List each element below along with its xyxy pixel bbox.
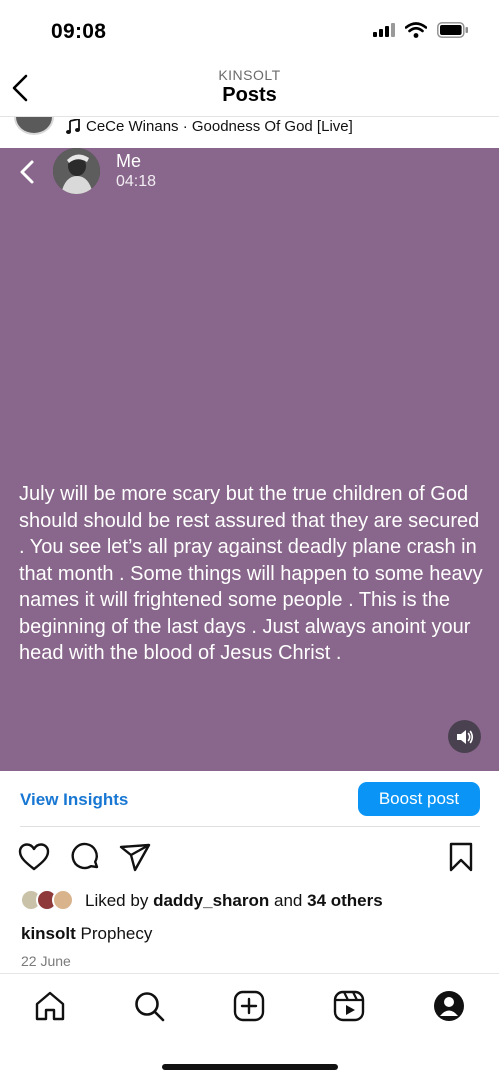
avatar[interactable]: [14, 117, 54, 135]
music-note-icon: [66, 119, 80, 134]
story-back-button[interactable]: [14, 156, 42, 188]
boost-post-button[interactable]: Boost post: [358, 782, 480, 816]
reels-icon: [333, 990, 365, 1022]
home-icon: [35, 991, 65, 1021]
like-button[interactable]: [17, 840, 51, 874]
status-icons: [373, 22, 469, 38]
audio-row[interactable]: CeCe Winans · Goodness Of God [Live]: [0, 116, 499, 146]
likes-row[interactable]: Liked by daddy_sharon and 34 others: [0, 888, 499, 916]
page-title: Posts: [222, 84, 277, 106]
likes-summary[interactable]: Liked by daddy_sharon and 34 others: [85, 891, 383, 911]
share-icon: [119, 843, 151, 872]
header: KINSOLT Posts: [0, 60, 499, 116]
save-button[interactable]: [444, 840, 478, 874]
bookmark-icon: [449, 842, 473, 872]
caption-username[interactable]: kinsolt: [21, 924, 76, 943]
liker-username[interactable]: daddy_sharon: [153, 891, 269, 910]
caption: kinsolt Prophecy: [21, 924, 152, 944]
volume-button[interactable]: [448, 720, 481, 753]
home-indicator: [162, 1064, 338, 1070]
audio-track[interactable]: CeCe Winans · Goodness Of God [Live]: [66, 118, 353, 135]
story-time: 04:18: [116, 173, 157, 190]
tab-reels[interactable]: [332, 989, 366, 1023]
insights-row: View Insights Boost post: [0, 771, 499, 827]
cellular-signal-icon: [373, 23, 395, 37]
create-icon: [233, 990, 265, 1022]
profile-photo: [53, 148, 100, 194]
story-avatar[interactable]: [53, 148, 100, 194]
divider: [20, 826, 480, 827]
status-bar: 09:08: [0, 0, 499, 60]
post-actions: [0, 840, 499, 880]
story-card[interactable]: Me 04:18 July will be more scary but the…: [0, 148, 499, 771]
chevron-left-icon: [20, 160, 34, 184]
likes-joiner: and: [274, 891, 303, 910]
search-icon: [135, 992, 165, 1022]
post-date: 22 June: [21, 953, 71, 969]
tab-home[interactable]: [33, 989, 67, 1023]
view-insights-link[interactable]: View Insights: [20, 790, 128, 810]
audio-track-label: CeCe Winans · Goodness Of God [Live]: [86, 118, 353, 135]
story-author: Me: [116, 151, 142, 171]
caption-text: Prophecy: [80, 924, 153, 943]
battery-icon: [437, 22, 468, 38]
tab-create[interactable]: [232, 989, 266, 1023]
header-username: KINSOLT: [218, 67, 281, 83]
heart-icon: [18, 843, 50, 871]
comment-icon: [71, 842, 99, 870]
comment-button[interactable]: [68, 840, 102, 874]
liker-avatars: [20, 889, 80, 913]
speaker-icon: [456, 729, 473, 744]
status-time: 09:08: [51, 20, 107, 43]
tab-search[interactable]: [132, 989, 166, 1023]
tab-profile[interactable]: [432, 989, 466, 1023]
avatar: [52, 889, 74, 911]
story-text: July will be more scary but the true chi…: [19, 483, 483, 664]
likes-others[interactable]: 34 others: [307, 891, 383, 910]
profile-icon: [434, 991, 464, 1021]
wifi-icon: [405, 22, 427, 38]
likes-prefix: Liked by: [85, 891, 149, 910]
share-button[interactable]: [118, 840, 152, 874]
